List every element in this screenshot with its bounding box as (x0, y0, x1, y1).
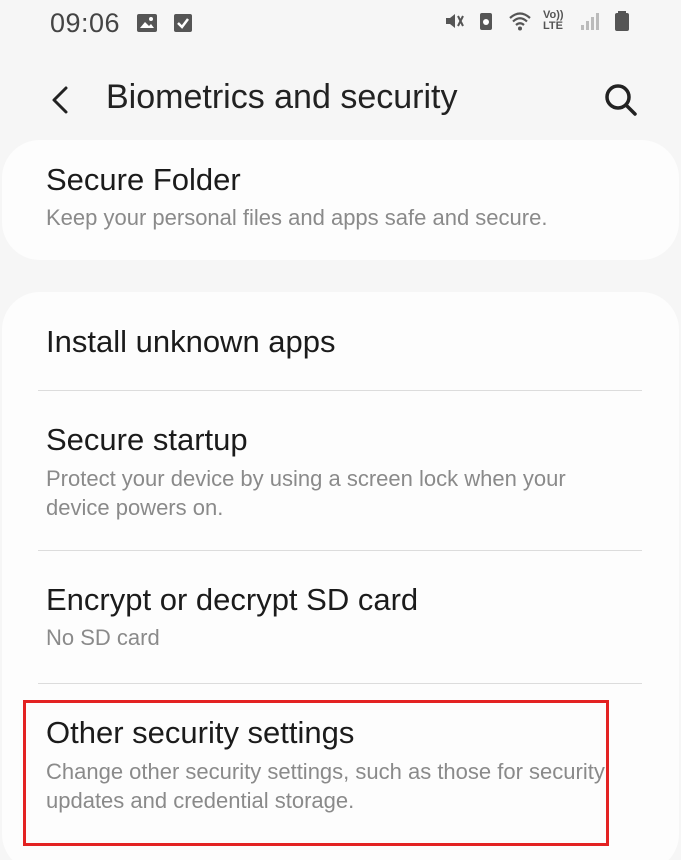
list-item-install-unknown-apps[interactable]: Install unknown apps (2, 292, 679, 390)
checkbox-icon (174, 14, 193, 32)
secure-folder-title: Secure Folder (46, 162, 241, 197)
wifi-icon (509, 12, 531, 31)
search-icon[interactable] (599, 78, 643, 122)
battery-icon (615, 11, 629, 31)
list-item-title: Other security settings (46, 715, 355, 750)
page-title: Biometrics and security (106, 78, 458, 116)
list-item-title: Encrypt or decrypt SD card (46, 582, 419, 617)
status-left-icons (136, 12, 194, 34)
list-item-secure-startup[interactable]: Secure startup Protect your device by us… (2, 391, 679, 550)
volte-icon: Vo)) LTE (543, 9, 564, 32)
data-saver-icon (480, 13, 492, 30)
list-item-subtitle: Protect your device by using a screen lo… (46, 466, 566, 520)
back-arrow-icon[interactable] (42, 80, 82, 120)
status-time: 09:06 (50, 7, 121, 38)
secure-folder-subtitle: Keep your personal files and apps safe a… (46, 205, 548, 230)
signal-icon (581, 13, 599, 30)
list-item-other-security-settings[interactable]: Other security settings Change other sec… (2, 684, 679, 844)
secure-folder-card[interactable]: Secure Folder Keep your personal files a… (2, 140, 679, 260)
list-item-encrypt-sd-card[interactable]: Encrypt or decrypt SD card No SD card (2, 551, 679, 683)
list-item-subtitle: Change other security settings, such as … (46, 759, 605, 813)
mute-icon (446, 14, 464, 28)
list-item-title: Secure startup (46, 422, 248, 457)
list-item-subtitle: No SD card (46, 625, 160, 650)
status-bar: 09:06 Vo)) LTE (0, 0, 681, 46)
status-right-icons: Vo)) LTE (443, 10, 633, 32)
app-bar: Biometrics and security (0, 66, 681, 132)
security-settings-card: Install unknown apps Secure startup Prot… (2, 292, 679, 860)
image-icon (137, 14, 158, 32)
list-item-title: Install unknown apps (46, 324, 336, 359)
